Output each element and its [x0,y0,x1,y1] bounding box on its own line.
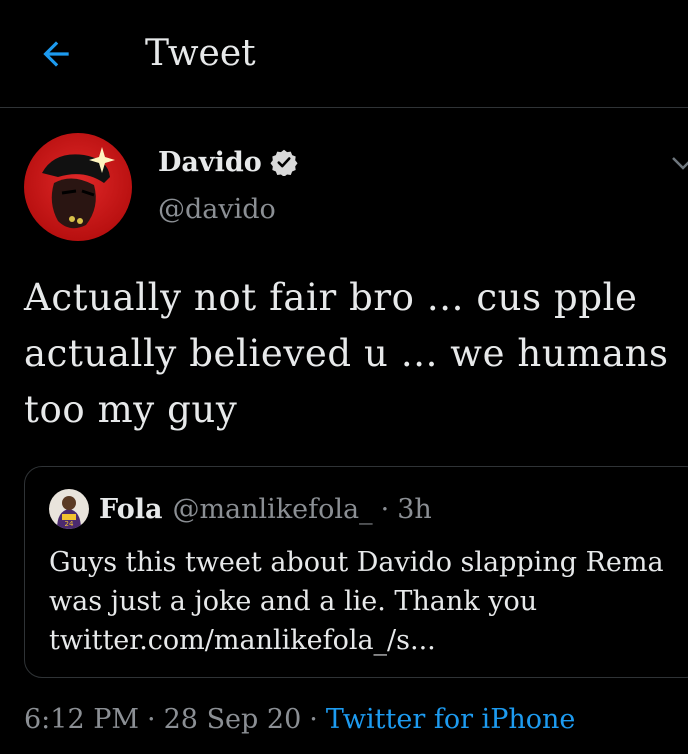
quoted-author-handle: @manlikefola_ [172,493,373,525]
author-block: Davido @davido [158,142,298,225]
tweet-meta: 6:12 PM · 28 Sep 20 · Twitter for iPhone [24,702,575,738]
separator-dot: · [309,704,318,735]
author-avatar[interactable] [24,133,132,241]
tweet-time: 6:12 PM [24,704,140,735]
author-handle[interactable]: @davido [158,194,298,225]
quoted-tweet-text: Guys this tweet about Davido slapping Re… [49,543,669,660]
quoted-line: twitter.com/manlikefola_/s... [49,625,436,656]
tweet-text: Actually not fair bro ... cus pple actua… [24,270,680,438]
tweet-line: Actually not fair bro ... cus pple [24,276,638,319]
quoted-tweet-header: 24 Fola @manlikefola_ · 3h [49,489,432,529]
tweet-line: too my guy [24,388,238,431]
tweet-line: actually believed u ... we humans [24,332,669,375]
tweet-source-link[interactable]: Twitter for iPhone [326,702,576,738]
tweet-date: 28 Sep 20 [163,704,302,735]
chevron-down-icon[interactable] [668,148,688,178]
svg-text:24: 24 [65,520,74,528]
separator-dot: · [147,704,156,735]
arrow-left-icon [43,41,69,67]
quoted-line: Guys this tweet about Davido slapping Re… [49,547,664,578]
author-name[interactable]: Davido [158,147,262,178]
quoted-author-name: Fola [99,493,163,525]
quoted-author-avatar: 24 [49,489,89,529]
quoted-tweet-time: 3h [397,493,432,525]
page-title: Tweet [145,33,256,74]
quoted-tweet[interactable]: 24 Fola @manlikefola_ · 3h Guys this twe… [24,466,688,678]
back-button[interactable] [34,32,78,76]
quoted-line: was just a joke and a lie. Thank you [49,586,538,617]
separator-dot: · [380,493,390,525]
verified-badge-icon [270,148,298,176]
top-bar: Tweet [0,0,688,108]
